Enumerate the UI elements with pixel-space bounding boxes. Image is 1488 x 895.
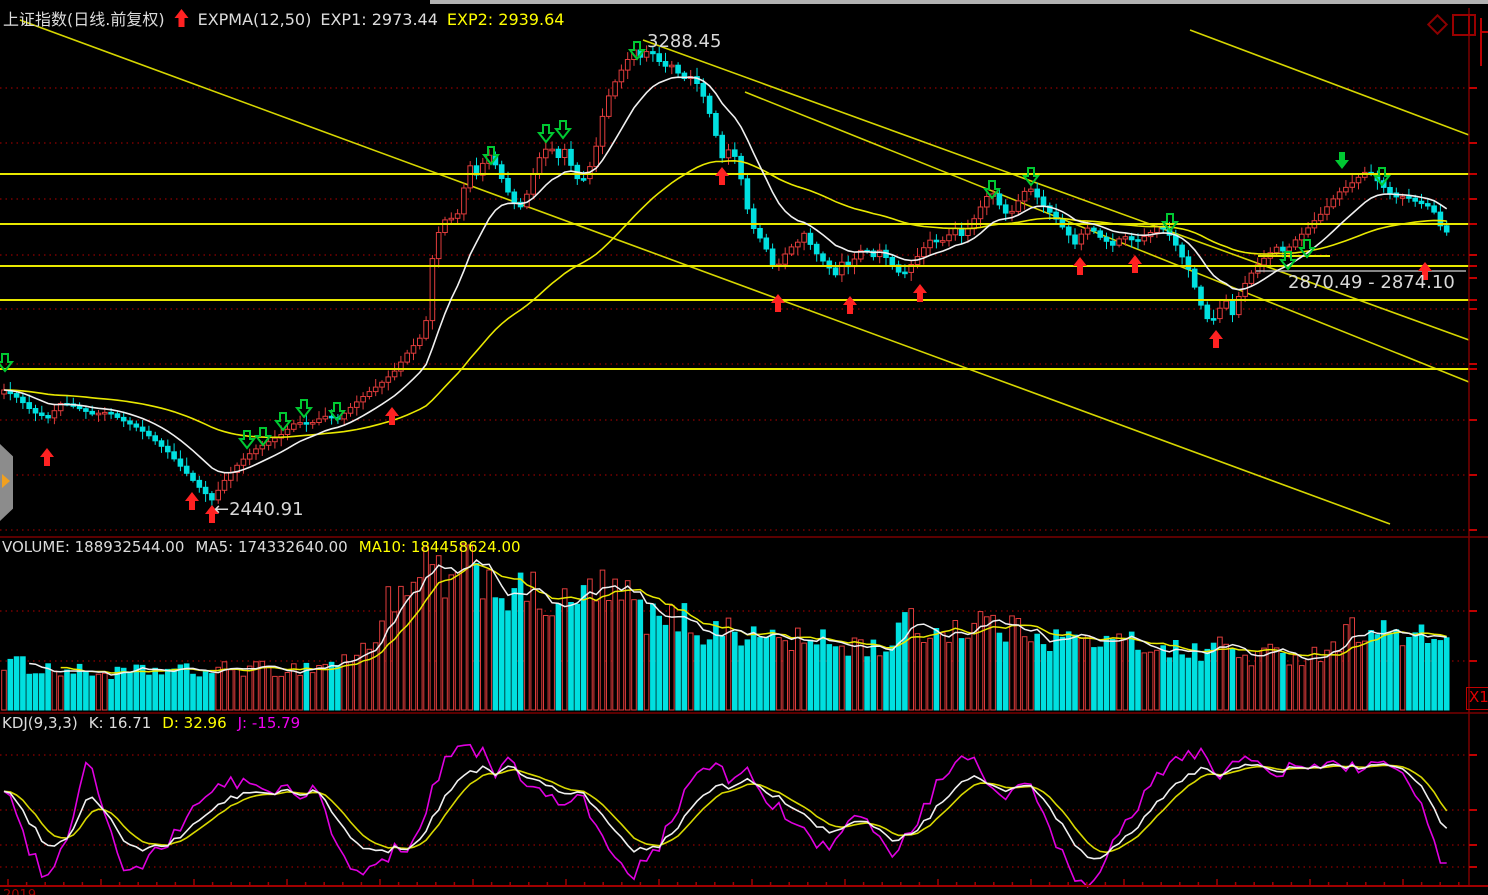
volume-header: VOLUME: 188932544.00 MA5: 174332640.00 M… (2, 539, 521, 556)
trough-annotation: ←2440.91 (214, 499, 304, 520)
trading-app: 上证指数(日线.前复权) EXPMA(12,50) EXP1: 2973.44 … (0, 0, 1488, 895)
kdj-header: KDJ(9,3,3) K: 16.71 D: 32.96 J: -15.79 (2, 715, 300, 732)
volume-unit-badge: X1 (1466, 687, 1488, 710)
chart-canvas[interactable] (0, 0, 1488, 895)
zone-annotation: 2870.49 - 2874.10 (1288, 272, 1455, 293)
window-icon-bar (1468, 16, 1470, 34)
up-arrow-icon (174, 9, 189, 31)
instrument-title: 上证指数(日线.前复权) (3, 11, 165, 29)
volume-ma5-value: MA5: 174332640.00 (195, 539, 347, 556)
volume-value: VOLUME: 188932544.00 (2, 539, 184, 556)
exp2-value: EXP2: 2939.64 (447, 11, 565, 29)
kdj-j-value: J: -15.79 (238, 715, 301, 732)
peak-annotation: 3288.45 (647, 31, 721, 52)
volume-ma10-value: MA10: 184458624.00 (359, 539, 521, 556)
price-marker-line (1480, 18, 1482, 66)
titlebar-strip (430, 0, 1488, 4)
expand-arrow-icon (2, 474, 10, 488)
window-icon[interactable] (1452, 14, 1476, 36)
chart-header: 上证指数(日线.前复权) EXPMA(12,50) EXP1: 2973.44 … (3, 9, 564, 31)
indicator-label: EXPMA(12,50) (198, 11, 312, 29)
exp1-value: EXP1: 2973.44 (320, 11, 438, 29)
axis-date-label: 2019 (3, 888, 36, 895)
kdj-d-value: D: 32.96 (162, 715, 226, 732)
panel-collapse-handle[interactable] (0, 444, 13, 521)
kdj-name: KDJ(9,3,3) (2, 715, 78, 732)
kdj-k-value: K: 16.71 (89, 715, 152, 732)
price-marker-tick (1481, 31, 1488, 33)
